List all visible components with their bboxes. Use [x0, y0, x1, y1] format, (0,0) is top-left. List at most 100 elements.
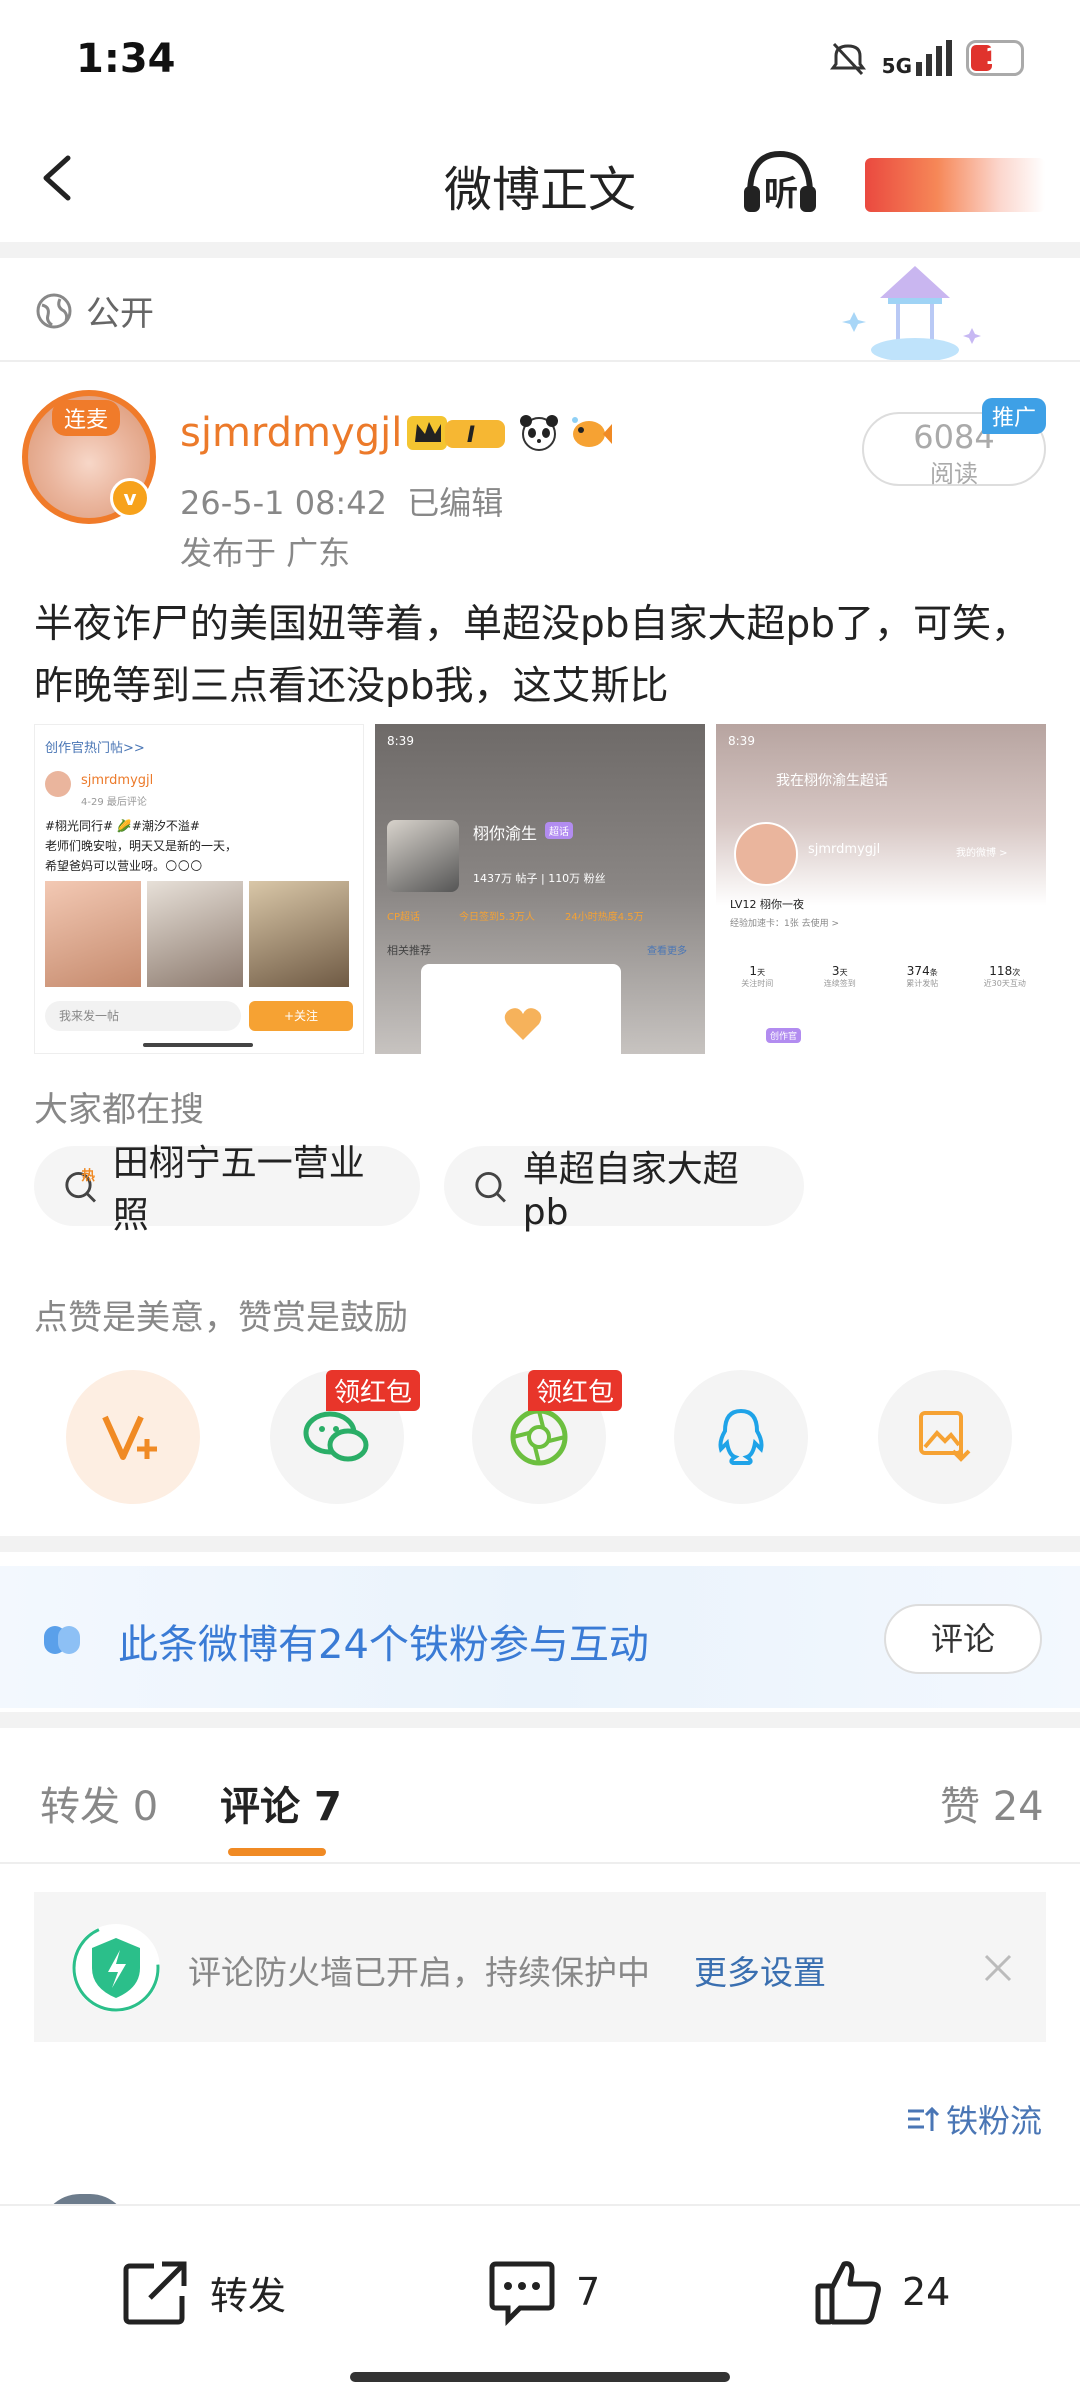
image2-more: 查看更多 [647, 946, 687, 957]
image3-time: 8:39 [728, 734, 755, 748]
image2-badge: 超话 [545, 822, 573, 839]
post-timestamp: 26-5-1 08:42 [180, 484, 387, 522]
divider [0, 1712, 1080, 1728]
heart-icon [504, 1008, 542, 1040]
image1-line2: 老师们晚安啦，明天又是新的一天， [45, 839, 238, 853]
image2-chip3: 24小时热度4.5万 [565, 912, 644, 923]
comment-button[interactable]: 7 [486, 2256, 600, 2328]
hot-search-icon: 热 [65, 1167, 96, 1203]
image1-input: 我来发一帖 [45, 1001, 241, 1031]
trend-text: 单超自家大超pb [522, 1148, 739, 1233]
tab-indicator [228, 1848, 326, 1856]
author-name[interactable]: sjmrdmygjl [180, 410, 402, 456]
tab-repost[interactable]: 转发 0 [40, 1774, 158, 1832]
header-ad-banner[interactable] [865, 158, 1045, 212]
author-badges[interactable]: I [405, 412, 613, 454]
image3-stat-unit: 天 [757, 968, 766, 977]
close-icon[interactable] [980, 1950, 1016, 1986]
v-reward-icon [102, 1415, 157, 1460]
trend-chip[interactable]: 热 田栩宁五一营业照 [34, 1143, 420, 1236]
reward-button[interactable] [66, 1370, 200, 1504]
image3-stat-label: 近30天互动 [983, 979, 1026, 988]
fish-icon [572, 417, 612, 447]
listen-button[interactable]: 听 [740, 146, 820, 216]
status-time: 1:34 [76, 36, 176, 82]
visibility-row: 公开 [34, 286, 154, 335]
red-packet-tag: 领红包 [528, 1370, 623, 1411]
image1-header: 创作官热门帖>> [45, 741, 145, 756]
image3-user: sjmrdmygjl [808, 842, 881, 857]
tab-comment-label: 评论 [220, 1784, 300, 1830]
share-qq-button[interactable] [674, 1370, 808, 1504]
image3-stat-label: 关注时间 [741, 979, 774, 988]
tab-like-label: 赞 [940, 1784, 980, 1830]
post-image-3[interactable]: 8:39 我在栩你渝生超话 sjmrdmygjl 我的微博 > LV12 栩你一… [716, 724, 1046, 1054]
image1-line3: 希望爸妈可以营业呀。🌕🌕🌕 [45, 859, 203, 873]
trends-label: 大家都在搜 [34, 1090, 204, 1130]
image3-my-weibo: 我的微博 > [956, 848, 1008, 859]
post-image-1[interactable]: 创作官热门帖>> sjmrdmygjl 4-29 最后评论 #栩光同行# 🌽#潮… [34, 724, 364, 1054]
divider [0, 1862, 1080, 1864]
image3-stat-value: 3 [831, 964, 840, 978]
carousel-decoration-icon [842, 266, 981, 362]
divider [0, 1536, 1080, 1552]
svg-text:I: I [467, 423, 475, 448]
image2-stats: 1437万 帖子 | 110万 粉丝 [473, 872, 606, 885]
top-header: 微博正文 听 [0, 120, 1080, 240]
image2-chip2: 今日签到5.3万人 [459, 912, 535, 923]
shield-icon [72, 1924, 160, 2012]
home-indicator[interactable] [350, 2372, 730, 2382]
image1-line1: #栩光同行# 🌽#潮汐不溢# [45, 819, 200, 833]
image1-photo-2 [147, 881, 243, 987]
tab-like-count: 24 [992, 1784, 1044, 1830]
battery-level: 16 [985, 45, 1016, 70]
post-image-2[interactable]: 8:39 栩你渝生 超话 1437万 帖子 | 110万 粉丝 CP超话 今日签… [375, 724, 705, 1054]
repost-button[interactable]: 转发 [120, 2256, 286, 2328]
firewall-text: 评论防火墙已开启，持续保护中 [188, 1953, 650, 1992]
image3-stat-value: 118 [989, 964, 1013, 978]
panda-icon [520, 415, 558, 451]
fans-icon [44, 1626, 80, 1654]
save-image-button[interactable] [878, 1370, 1012, 1504]
qq-icon [718, 1408, 764, 1465]
fans-text: 此条微博有24个铁粉参与互动 [118, 1622, 649, 1668]
like-button[interactable]: 24 [812, 2256, 950, 2328]
like-count: 24 [902, 2270, 951, 2314]
image3-stat-unit: 次 [1012, 968, 1021, 977]
divider [0, 242, 1080, 258]
share-icon [123, 2261, 187, 2325]
image3-stat-label: 连续签到 [823, 979, 856, 988]
visibility-label: 公开 [86, 294, 154, 334]
tab-repost-count: 0 [132, 1784, 159, 1830]
signal-icon: 5G [882, 40, 952, 76]
image3-stat-value: 1 [749, 964, 758, 978]
network-label: 5G [881, 54, 912, 78]
globe-icon [36, 293, 72, 328]
fans-comment-button[interactable]: 评论 [884, 1604, 1042, 1674]
post-text: 半夜诈尸的美国妞等着，单超没pb自家大超pb了，可笑，昨晚等到三点看还没pb我，… [34, 602, 1031, 709]
thumbs-up-icon [815, 2261, 881, 2325]
tab-like[interactable]: 赞 24 [940, 1774, 1044, 1832]
trend-chip[interactable]: 单超自家大超pb [444, 1146, 804, 1233]
avatar-live-tag: 连麦 [52, 400, 121, 436]
image3-stats: 1天 关注时间 3天 连续签到 374条 累计发帖 118次 近30天互动 [716, 964, 1046, 989]
tab-comment[interactable]: 评论 7 [220, 1774, 342, 1832]
firewall-settings-link[interactable]: 更多设置 [694, 1946, 826, 1994]
post-location: 发布于 广东 [180, 534, 351, 572]
comment-count: 7 [576, 2270, 601, 2314]
image3-tag: 创作官 [766, 1028, 802, 1043]
listen-label: 听 [764, 174, 798, 214]
crown-level-badge-icon: I [407, 416, 505, 450]
read-label: 阅读 [930, 460, 978, 488]
reward-label: 点赞是美意，赞赏是鼓励 [34, 1298, 408, 1338]
sort-fans-flow[interactable]: 铁粉流 [904, 2096, 1042, 2142]
image3-stat-unit: 天 [839, 968, 848, 977]
hot-label: 热 [81, 1167, 95, 1184]
image3-avatar [734, 822, 798, 886]
divider [0, 360, 1080, 362]
verified-icon: v [110, 478, 150, 518]
image2-chip1: CP超话 [387, 912, 421, 923]
image3-stat-label: 累计发帖 [906, 979, 939, 988]
repost-label: 转发 [210, 2273, 287, 2318]
mute-icon [829, 42, 866, 76]
